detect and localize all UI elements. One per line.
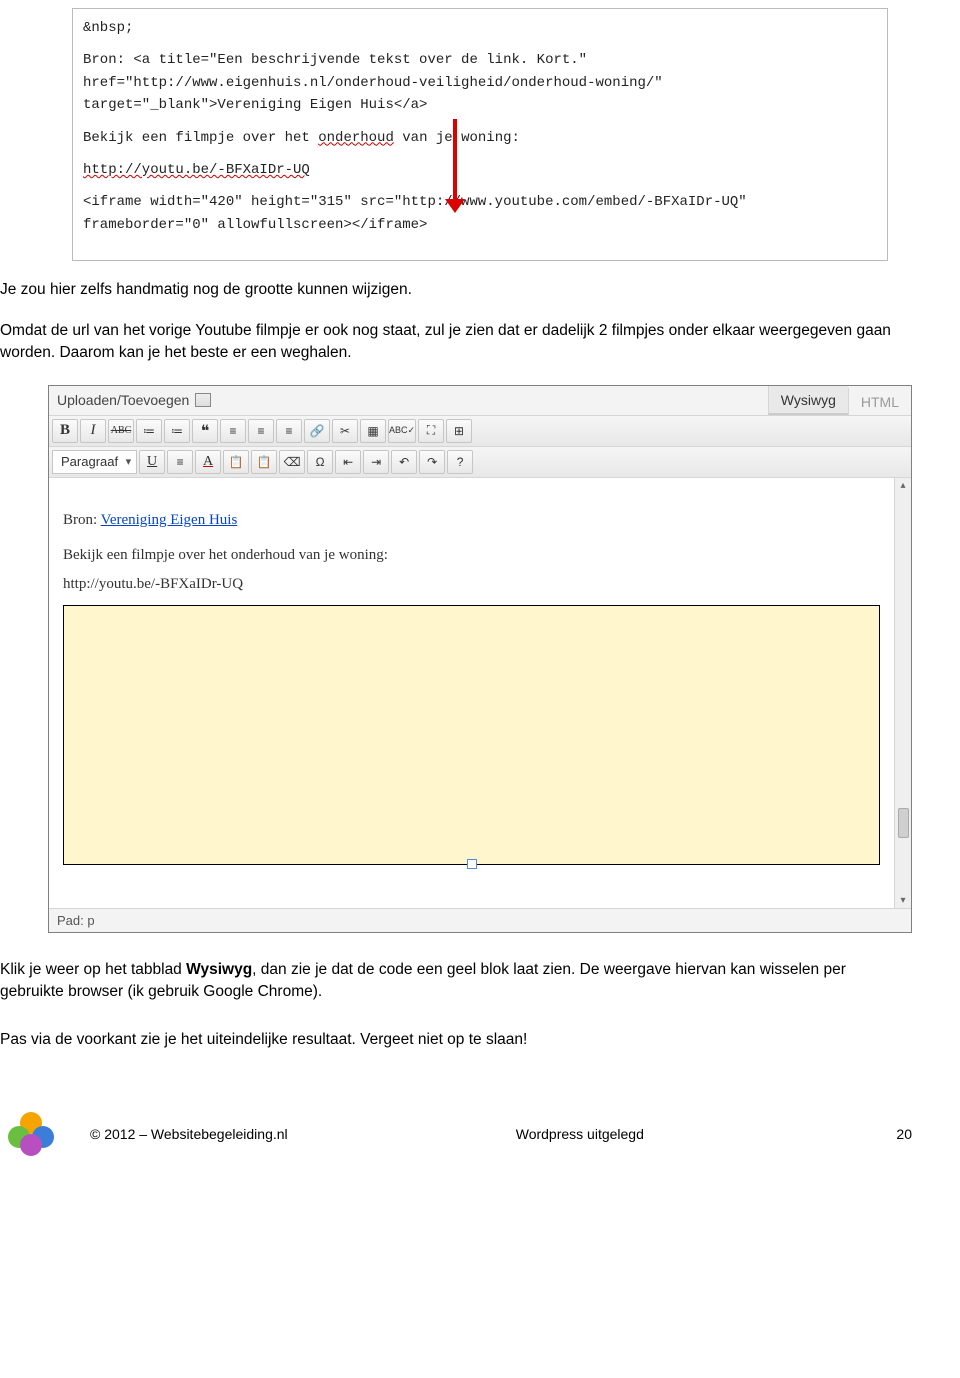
editor-status-bar: Pad: p xyxy=(49,908,911,932)
content-line-2: Bekijk een filmpje over het onderhoud va… xyxy=(63,547,880,564)
code-line-bron: Bron: <a title="Een beschrijvende tekst … xyxy=(83,49,877,116)
footer-title: Wordpress uitgelegd xyxy=(324,1126,836,1142)
paste-text-button[interactable]: 📋 xyxy=(223,450,249,474)
strike-button[interactable]: ABC xyxy=(108,419,134,443)
code-line-watch: Bekijk een filmpje over het onderhoud va… xyxy=(83,127,877,149)
blockquote-button[interactable]: ❝ xyxy=(192,419,218,443)
page-footer: © 2012 – Websitebegeleiding.nl Wordpress… xyxy=(0,1112,960,1176)
footer-page-number: 20 xyxy=(872,1126,912,1142)
link-button[interactable]: 🔗 xyxy=(304,419,330,443)
kitchen-sink-button[interactable]: ⊞ xyxy=(446,419,472,443)
bold-button[interactable]: B xyxy=(52,419,78,443)
footer-copyright: © 2012 – Websitebegeleiding.nl xyxy=(90,1126,288,1142)
html-code-box: &nbsp; Bron: <a title="Een beschrijvende… xyxy=(72,8,888,261)
toolbar-row-1: B I ABC ≔ ≔ ❝ ≡ ≡ ≡ 🔗 ✂ ▦ ABC✓ ⛶ ⊞ xyxy=(49,416,911,447)
scroll-thumb[interactable] xyxy=(898,808,909,838)
redo-button[interactable]: ↷ xyxy=(419,450,445,474)
scroll-up-icon[interactable]: ▴ xyxy=(898,478,907,493)
italic-button[interactable]: I xyxy=(80,419,106,443)
logo-icon xyxy=(8,1112,54,1156)
indent-button[interactable]: ⇥ xyxy=(363,450,389,474)
editor-tabs: Wysiwyg HTML xyxy=(768,386,911,415)
outdent-button[interactable]: ⇤ xyxy=(335,450,361,474)
paragraph-4: Pas via de voorkant zie je het uiteindel… xyxy=(0,1029,910,1051)
spellcheck-button[interactable]: ABC✓ xyxy=(388,419,416,443)
more-button[interactable]: ▦ xyxy=(360,419,386,443)
justify-button[interactable]: ≡ xyxy=(167,450,193,474)
media-icon xyxy=(195,393,211,407)
text-color-button[interactable]: A xyxy=(195,450,221,474)
toolbar-row-2: Paragraaf U ≡ A 📋 📋 ⌫ Ω ⇤ ⇥ ↶ ↷ ? xyxy=(49,447,911,478)
scrollbar[interactable]: ▴ ▾ xyxy=(894,478,911,908)
help-button[interactable]: ? xyxy=(447,450,473,474)
wysiwyg-editor-screenshot: Uploaden/Toevoegen Wysiwyg HTML B I ABC … xyxy=(48,385,912,933)
code-line-iframe: <iframe width="420" height="315" src="ht… xyxy=(83,191,877,236)
align-left-button[interactable]: ≡ xyxy=(220,419,246,443)
fullscreen-button[interactable]: ⛶ xyxy=(418,419,444,443)
paragraph-1: Je zou hier zelfs handmatig nog de groot… xyxy=(0,279,910,301)
tab-html[interactable]: HTML xyxy=(848,388,911,415)
editor-content-area[interactable]: Bron: Vereniging Eigen Huis Bekijk een f… xyxy=(49,478,894,908)
underline-button[interactable]: U xyxy=(139,450,165,474)
spell-error: onderhoud xyxy=(318,130,394,146)
resize-handle-icon[interactable] xyxy=(467,859,477,869)
undo-button[interactable]: ↶ xyxy=(391,450,417,474)
unlink-button[interactable]: ✂ xyxy=(332,419,358,443)
tab-wysiwyg[interactable]: Wysiwyg xyxy=(768,386,848,415)
scroll-down-icon[interactable]: ▾ xyxy=(898,893,907,908)
content-bron-line: Bron: Vereniging Eigen Huis xyxy=(63,512,880,529)
format-select[interactable]: Paragraaf xyxy=(52,450,137,474)
paste-word-button[interactable]: 📋 xyxy=(251,450,277,474)
content-line-3: http://youtu.be/-BFXaIDr-UQ xyxy=(63,576,880,593)
align-right-button[interactable]: ≡ xyxy=(276,419,302,443)
embed-placeholder[interactable] xyxy=(63,605,880,865)
ol-button[interactable]: ≔ xyxy=(164,419,190,443)
ul-button[interactable]: ≔ xyxy=(136,419,162,443)
paragraph-2: Omdat de url van het vorige Youtube film… xyxy=(0,320,910,365)
special-char-button[interactable]: Ω xyxy=(307,450,333,474)
paragraph-3: Klik je weer op het tabblad Wysiwyg, dan… xyxy=(0,959,910,1004)
code-line-url: http://youtu.be/-BFXaIDr-UQ xyxy=(83,159,877,181)
remove-format-button[interactable]: ⌫ xyxy=(279,450,305,474)
align-center-button[interactable]: ≡ xyxy=(248,419,274,443)
upload-label: Uploaden/Toevoegen xyxy=(57,392,189,408)
upload-add-button[interactable]: Uploaden/Toevoegen xyxy=(49,386,219,415)
content-bron-link[interactable]: Vereniging Eigen Huis xyxy=(101,512,238,528)
code-line-nbsp: &nbsp; xyxy=(83,17,877,39)
